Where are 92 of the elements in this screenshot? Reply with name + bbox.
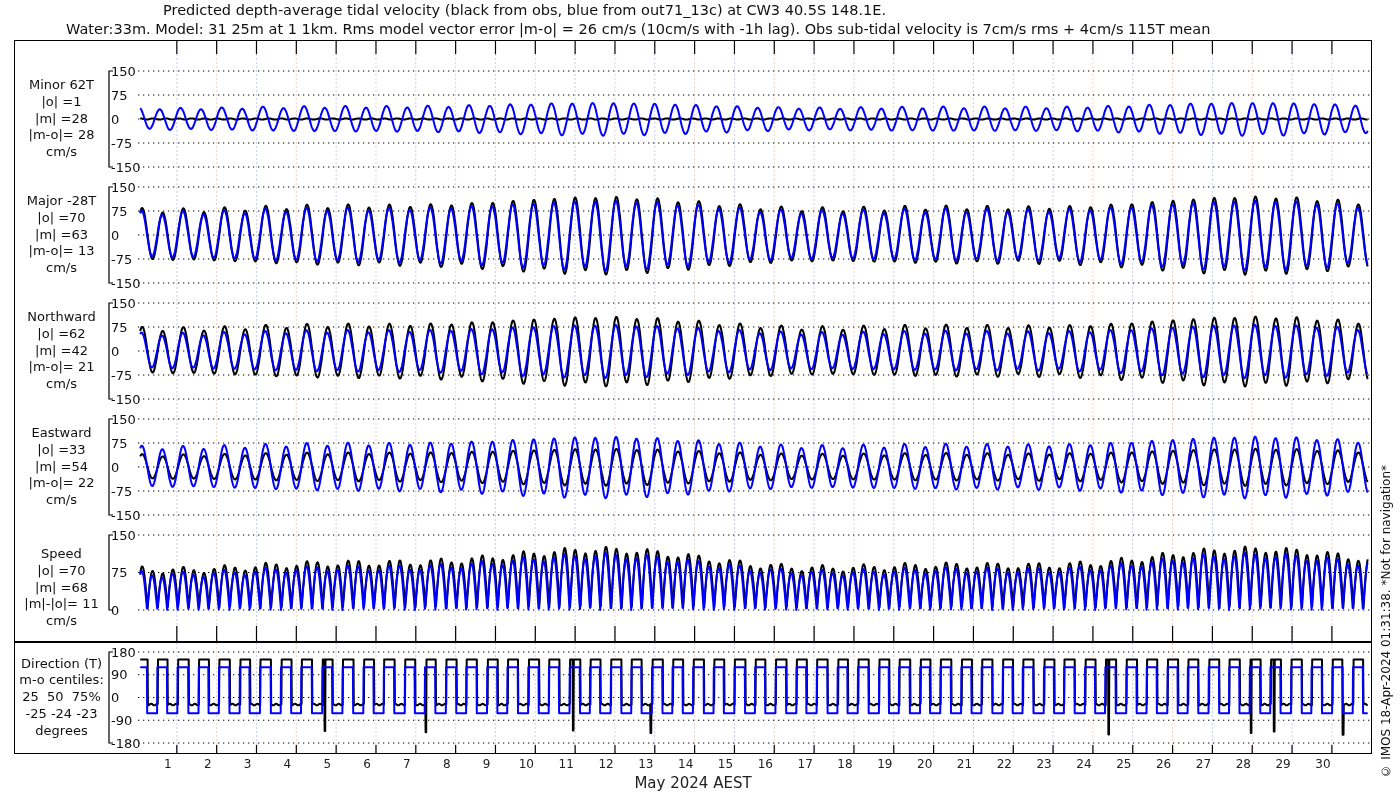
chart-title: Predicted depth-average tidal velocity (black from obs, blue from out71_13c) at CW3 40.5S 148.1E.: [163, 1, 888, 20]
copyright-notice: © IMOS 18-Apr-2024 01:31:38. *Not for navigation*: [1379, 465, 1393, 778]
y-tick-label: 0: [111, 459, 120, 475]
panel-label: |m| =54: [35, 458, 88, 476]
panel-label: |o| =1: [41, 93, 82, 111]
panel-label: Eastward: [31, 425, 92, 442]
panel-label: cm/s: [46, 492, 77, 509]
panel-label: cm/s: [46, 613, 77, 630]
y-tick-label: -180: [111, 735, 141, 751]
x-tick-label: 19: [876, 757, 894, 771]
x-tick-label: 25: [1115, 757, 1133, 771]
y-tick-label: 90: [111, 667, 128, 683]
x-tick-label: 9: [481, 757, 492, 771]
panel-label: |m| =42: [35, 342, 88, 360]
y-tick-label: 75: [111, 435, 128, 451]
y-tick-label: 0: [111, 111, 120, 127]
x-tick-label: 17: [796, 757, 814, 771]
y-tick-label: 150: [111, 527, 136, 543]
x-tick-label: 27: [1194, 757, 1213, 771]
x-tick-label: 10: [517, 757, 535, 771]
y-tick-label: -150: [111, 159, 141, 175]
x-tick-label: 8: [441, 757, 452, 771]
panel-label: degrees: [35, 722, 88, 740]
panel-label: m-o centiles:: [19, 672, 104, 690]
x-tick-label: 5: [322, 757, 333, 771]
x-tick-label: 28: [1234, 757, 1252, 771]
panel-label: Speed: [41, 546, 82, 563]
x-tick-label: 22: [995, 757, 1013, 771]
x-axis-label: May 2024 AEST: [634, 774, 752, 792]
y-tick-label: 0: [111, 690, 120, 705]
x-tick-label: 11: [557, 757, 575, 771]
y-tick-label: 0: [111, 227, 120, 243]
y-tick-label: 75: [111, 565, 128, 580]
y-tick-label: -75: [111, 251, 133, 267]
y-tick-label: 75: [111, 203, 128, 219]
y-tick-label: 0: [111, 343, 120, 359]
y-tick-label: 75: [111, 319, 128, 335]
panel-label: Major -28T: [26, 193, 97, 210]
panel-label: Northward: [27, 309, 96, 326]
x-tick-label: 18: [836, 757, 854, 771]
panel-label: |m|-|o|= 11: [24, 596, 99, 614]
panel-label: Minor 62T: [29, 77, 94, 94]
panel-label: |o| =62: [37, 325, 86, 343]
y-tick-label: 150: [111, 63, 136, 79]
x-tick-label: 29: [1274, 757, 1292, 771]
y-tick-label: 150: [111, 411, 136, 427]
y-tick-label: -75: [111, 135, 133, 151]
x-tick-label: 30: [1314, 757, 1332, 771]
y-tick-label: -75: [111, 367, 133, 383]
x-tick-label: 1: [163, 757, 173, 771]
y-tick-label: 150: [111, 179, 136, 195]
panel-label: |o| =70: [37, 209, 86, 227]
x-tick-label: 6: [362, 757, 372, 771]
panel-label: -25 -24 -23: [25, 705, 98, 723]
chart-subtitle: Water:33m. Model: 31 25m at 1 1km. Rms model vector error |m-o| = 26 cm/s (10cm/s with -1h lag). Obs sub-tidal velocity is 7cm/s rms + 4cm/s 115T mean: [66, 20, 1212, 39]
panel-label: |m-o|= 22: [28, 475, 95, 493]
panel-label: |o| =33: [37, 441, 86, 459]
y-tick-label: -150: [111, 275, 141, 291]
panel-label: |m-o|= 13: [28, 243, 95, 261]
panel-label: |m| =63: [35, 226, 88, 244]
y-tick-label: 180: [111, 644, 136, 660]
x-tick-label: 21: [955, 757, 974, 771]
panel-label: 25 50 75%: [22, 689, 101, 706]
x-tick-label: 3: [242, 757, 253, 771]
y-tick-label: -90: [111, 712, 133, 728]
panel-label: |m| =28: [35, 110, 88, 128]
panel-label: cm/s: [46, 376, 77, 393]
panel-label: cm/s: [46, 260, 77, 277]
y-tick-label: 150: [111, 295, 136, 311]
panel-label: Direction (T): [21, 655, 102, 673]
x-tick-label: 20: [916, 757, 934, 771]
panel-label: |m-o|= 21: [28, 359, 95, 377]
x-tick-label: 23: [1035, 757, 1053, 771]
panel-label: cm/s: [46, 144, 77, 161]
x-tick-label: 16: [756, 757, 774, 771]
x-tick-label: 14: [677, 757, 695, 771]
x-tick-label: 2: [202, 757, 213, 771]
x-tick-label: 4: [282, 757, 293, 771]
y-tick-label: 75: [111, 87, 128, 103]
panel-label: |m-o|= 28: [28, 127, 95, 145]
x-tick-label: 13: [637, 757, 655, 771]
y-tick-label: -150: [111, 391, 141, 407]
x-tick-label: 15: [716, 757, 735, 771]
y-tick-label: -150: [111, 507, 141, 523]
y-tick-label: 0: [111, 602, 120, 618]
panel-label: |m| =68: [35, 579, 88, 597]
x-tick-label: 24: [1075, 757, 1093, 771]
x-tick-label: 26: [1154, 757, 1173, 771]
y-tick-label: -75: [111, 483, 133, 499]
x-tick-label: 7: [402, 757, 412, 771]
panel-label: |o| =70: [37, 562, 86, 580]
x-tick-label: 12: [597, 757, 615, 771]
